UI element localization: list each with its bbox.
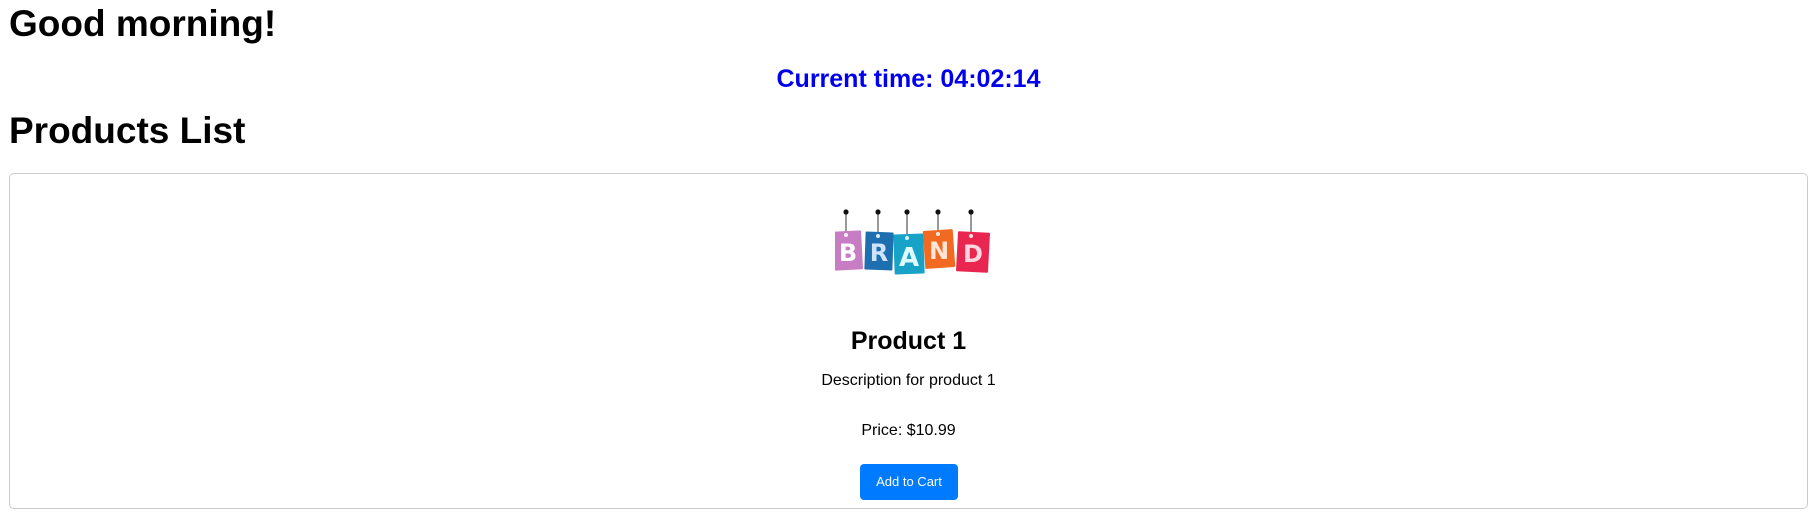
product-name: Product 1 <box>850 327 967 355</box>
tag-letter: N <box>929 237 949 265</box>
tag-a: A <box>893 209 925 275</box>
product-price: Price: $10.99 <box>861 422 956 439</box>
product-card: B R A N D Product 1 Description for prod… <box>9 173 1808 509</box>
brand-tags-image: B R A N D <box>835 209 990 275</box>
product-description: Description for product 1 <box>821 372 996 389</box>
greeting-heading: Good morning! <box>9 3 277 44</box>
tag-b: B <box>835 209 863 271</box>
tag-r: R <box>864 209 894 271</box>
tag-n: N <box>922 209 956 269</box>
tag-letter: A <box>899 243 919 273</box>
current-time: Current time: 04:02:14 <box>776 65 1041 93</box>
products-list-heading: Products List <box>9 110 246 151</box>
tag-letter: B <box>839 239 857 267</box>
tag-letter: D <box>963 240 983 268</box>
tag-d: D <box>956 209 990 273</box>
tag-letter: R <box>870 239 888 267</box>
add-to-cart-button[interactable]: Add to Cart <box>860 464 958 500</box>
